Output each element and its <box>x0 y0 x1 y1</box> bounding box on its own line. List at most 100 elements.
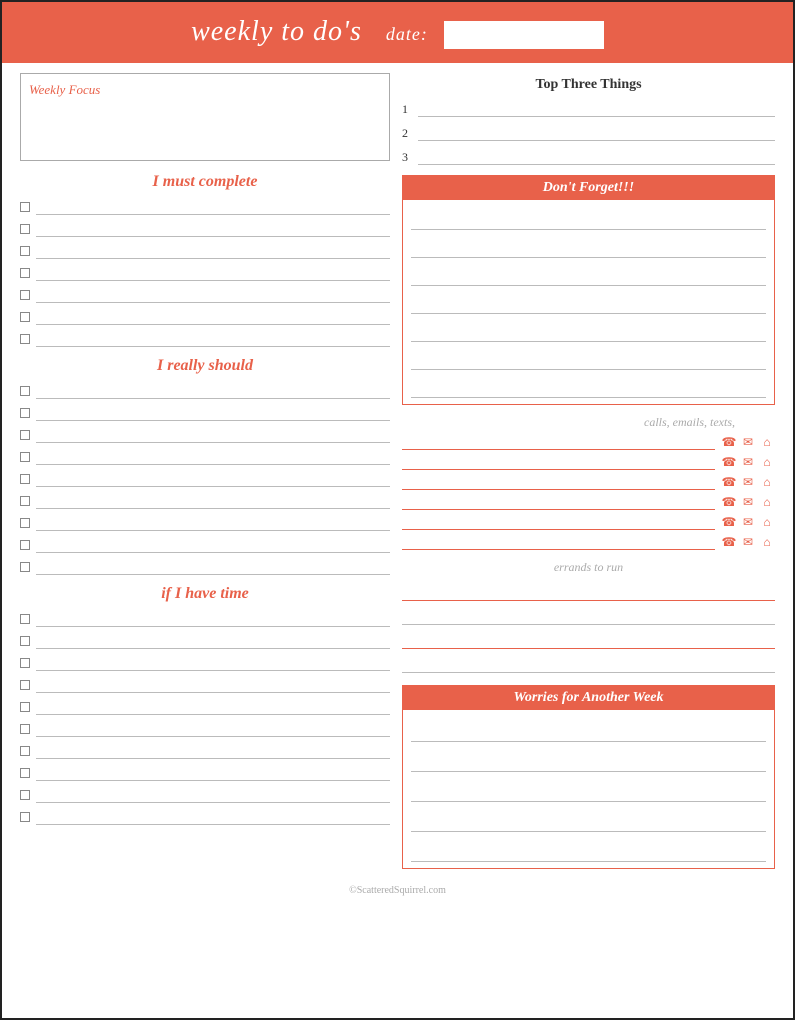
list-item: 2 <box>402 125 775 141</box>
date-label: date: <box>386 24 428 44</box>
checkbox-line <box>36 787 390 803</box>
home-icon: ⌂ <box>759 535 775 550</box>
checkbox[interactable] <box>20 724 30 734</box>
checkbox[interactable] <box>20 812 30 822</box>
numbered-line <box>418 125 775 141</box>
checkbox[interactable] <box>20 680 30 690</box>
checkbox[interactable] <box>20 474 30 484</box>
contact-icons: ☎ ✉ ⌂ <box>721 495 775 510</box>
header-bar: weekly to do's date: <box>2 2 793 63</box>
checkbox-line <box>36 655 390 671</box>
checkbox[interactable] <box>20 636 30 646</box>
phone-icon: ☎ <box>721 475 737 490</box>
contact-row: ☎ ✉ ⌂ <box>402 454 775 470</box>
list-item <box>20 537 390 553</box>
weekly-focus-label: Weekly Focus <box>29 82 381 98</box>
list-item <box>20 655 390 671</box>
dont-forget-line <box>411 288 766 314</box>
checkbox-line <box>36 743 390 759</box>
checkbox[interactable] <box>20 746 30 756</box>
worries-line <box>411 804 766 832</box>
right-column: Top Three Things 1 2 3 Don't Forget!!! <box>402 73 775 869</box>
checkbox-line <box>36 611 390 627</box>
checkbox[interactable] <box>20 312 30 322</box>
list-item <box>20 633 390 649</box>
email-icon: ✉ <box>740 435 756 450</box>
errands-header: errands to run <box>402 560 775 575</box>
checkbox[interactable] <box>20 224 30 234</box>
checkbox[interactable] <box>20 540 30 550</box>
checkbox[interactable] <box>20 246 30 256</box>
worries-lines <box>403 710 774 868</box>
contacts-section: calls, emails, texts, ☎ ✉ ⌂ ☎ ✉ ⌂ <box>402 415 775 550</box>
if-have-time-header: if I have time <box>20 585 390 603</box>
worries-line <box>411 744 766 772</box>
dont-forget-lines <box>403 200 774 404</box>
checkbox[interactable] <box>20 518 30 528</box>
list-item <box>20 383 390 399</box>
checkbox[interactable] <box>20 452 30 462</box>
list-item <box>20 743 390 759</box>
phone-icon: ☎ <box>721 495 737 510</box>
phone-icon: ☎ <box>721 515 737 530</box>
checkbox[interactable] <box>20 562 30 572</box>
checkbox-line <box>36 427 390 443</box>
checkbox[interactable] <box>20 386 30 396</box>
contact-line <box>402 434 715 450</box>
contact-icons: ☎ ✉ ⌂ <box>721 475 775 490</box>
numbered-line <box>418 149 775 165</box>
weekly-focus-box: Weekly Focus <box>20 73 390 161</box>
list-item <box>20 221 390 237</box>
checkbox[interactable] <box>20 768 30 778</box>
checkbox[interactable] <box>20 268 30 278</box>
worries-header: Worries for Another Week <box>403 686 774 710</box>
checkbox-line <box>36 199 390 215</box>
checkbox-line <box>36 471 390 487</box>
list-item <box>20 287 390 303</box>
weekly-planner-page: weekly to do's date: Weekly Focus I must… <box>0 0 795 1020</box>
number-label: 1 <box>402 102 414 117</box>
contact-row: ☎ ✉ ⌂ <box>402 474 775 490</box>
checkbox-line <box>36 721 390 737</box>
checkbox-line <box>36 493 390 509</box>
errand-line <box>402 605 775 625</box>
email-icon: ✉ <box>740 495 756 510</box>
phone-icon: ☎ <box>721 455 737 470</box>
checkbox-line <box>36 243 390 259</box>
worries-line <box>411 834 766 862</box>
checkbox[interactable] <box>20 614 30 624</box>
checkbox[interactable] <box>20 334 30 344</box>
checkbox[interactable] <box>20 496 30 506</box>
top-three-list: 1 2 3 <box>402 101 775 165</box>
left-column: Weekly Focus I must complete I really sh… <box>20 73 390 869</box>
list-item <box>20 449 390 465</box>
contact-line <box>402 494 715 510</box>
number-label: 3 <box>402 150 414 165</box>
contact-row: ☎ ✉ ⌂ <box>402 514 775 530</box>
list-item <box>20 611 390 627</box>
checkbox[interactable] <box>20 658 30 668</box>
list-item <box>20 559 390 575</box>
footer: ©ScatteredSquirrel.com <box>2 879 793 900</box>
checkbox-line <box>36 765 390 781</box>
checkbox[interactable] <box>20 408 30 418</box>
list-item <box>20 309 390 325</box>
checkbox[interactable] <box>20 430 30 440</box>
errand-line <box>402 581 775 601</box>
list-item <box>20 515 390 531</box>
phone-icon: ☎ <box>721 435 737 450</box>
checkbox-line <box>36 309 390 325</box>
checkbox[interactable] <box>20 702 30 712</box>
errands-section: errands to run <box>402 560 775 673</box>
checkbox[interactable] <box>20 790 30 800</box>
contact-line <box>402 534 715 550</box>
dont-forget-line <box>411 260 766 286</box>
number-label: 2 <box>402 126 414 141</box>
checkbox[interactable] <box>20 202 30 212</box>
date-input[interactable] <box>444 21 604 49</box>
checkbox[interactable] <box>20 290 30 300</box>
contact-row: ☎ ✉ ⌂ <box>402 534 775 550</box>
list-item <box>20 243 390 259</box>
title-text: weekly to do's <box>191 16 362 47</box>
home-icon: ⌂ <box>759 515 775 530</box>
